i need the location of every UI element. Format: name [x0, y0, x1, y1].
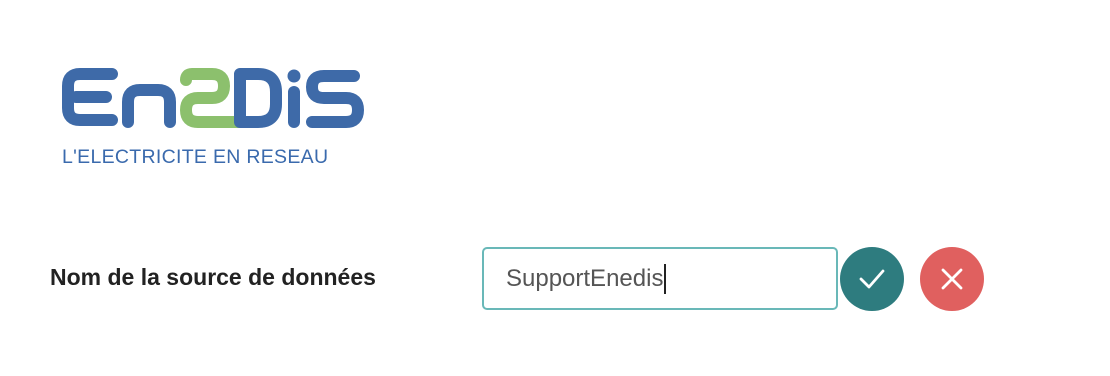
datasource-name-input[interactable]: SupportEnedis: [482, 247, 838, 310]
confirm-button[interactable]: [840, 247, 904, 311]
logo-tagline: L'ELECTRICITE EN RESEAU: [62, 146, 329, 168]
datasource-name-value: SupportEnedis: [506, 264, 664, 292]
text-caret: [664, 263, 667, 294]
enedis-logo: L'ELECTRICITE EN RESEAU: [62, 68, 366, 168]
check-icon: [859, 269, 885, 289]
cancel-button[interactable]: [920, 247, 984, 311]
enedis-logo-mark: [62, 68, 364, 128]
datasource-name-label: Nom de la source de données: [50, 264, 376, 290]
close-icon: [941, 268, 963, 290]
